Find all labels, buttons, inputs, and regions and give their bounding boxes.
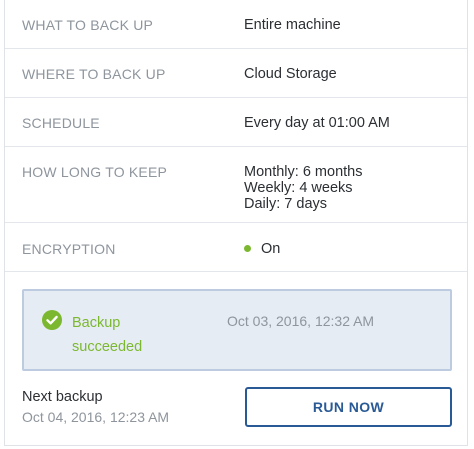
retention-monthly: Monthly: 6 months bbox=[244, 164, 363, 180]
backup-status-line2: succeeded bbox=[72, 339, 143, 355]
schedule-value-text: Every day at 01:00 AM bbox=[244, 115, 390, 131]
backup-status-text: Backup succeeded bbox=[72, 311, 182, 359]
check-circle-icon bbox=[42, 310, 62, 330]
where-to-back-up-label: WHERE TO BACK UP bbox=[22, 66, 166, 82]
encryption-status-dot-icon bbox=[244, 244, 251, 252]
schedule-label: SCHEDULE bbox=[22, 115, 100, 131]
schedule-value: Every day at 01:00 AM bbox=[244, 115, 390, 131]
backup-plan-panel: WHAT TO BACK UP Entire machine WHERE TO … bbox=[4, 0, 468, 446]
backup-status-line1: Backup bbox=[72, 315, 121, 331]
row-where-to-back-up: WHERE TO BACK UP Cloud Storage bbox=[5, 49, 467, 98]
encryption-value-text: On bbox=[261, 241, 281, 257]
what-to-back-up-value-text: Entire machine bbox=[244, 17, 341, 33]
retention-weekly: Weekly: 4 weeks bbox=[244, 180, 353, 196]
backup-status-date: Oct 03, 2016, 12:32 AM bbox=[227, 313, 375, 329]
row-how-long-to-keep: HOW LONG TO KEEP Monthly: 6 months Weekl… bbox=[5, 147, 467, 223]
where-to-back-up-value-text: Cloud Storage bbox=[244, 66, 337, 82]
what-to-back-up-label: WHAT TO BACK UP bbox=[22, 17, 154, 33]
encryption-label: ENCRYPTION bbox=[22, 241, 116, 257]
retention-daily: Daily: 7 days bbox=[244, 196, 328, 212]
how-long-to-keep-value: Monthly: 6 months Weekly: 4 weeks Daily:… bbox=[244, 164, 362, 212]
encryption-value: On bbox=[244, 241, 280, 257]
row-schedule: SCHEDULE Every day at 01:00 AM bbox=[5, 98, 467, 147]
row-what-to-back-up: WHAT TO BACK UP Entire machine bbox=[5, 0, 467, 49]
next-backup-label: Next backup bbox=[22, 389, 103, 405]
run-now-button[interactable]: RUN NOW bbox=[245, 387, 452, 427]
where-to-back-up-value: Cloud Storage bbox=[244, 66, 337, 82]
row-encryption: ENCRYPTION On bbox=[5, 223, 467, 272]
what-to-back-up-value: Entire machine bbox=[244, 17, 341, 33]
backup-status-box: Backup succeeded Oct 03, 2016, 12:32 AM bbox=[22, 289, 452, 371]
next-backup-date: Oct 04, 2016, 12:23 AM bbox=[22, 409, 170, 425]
how-long-to-keep-label: HOW LONG TO KEEP bbox=[22, 164, 168, 180]
